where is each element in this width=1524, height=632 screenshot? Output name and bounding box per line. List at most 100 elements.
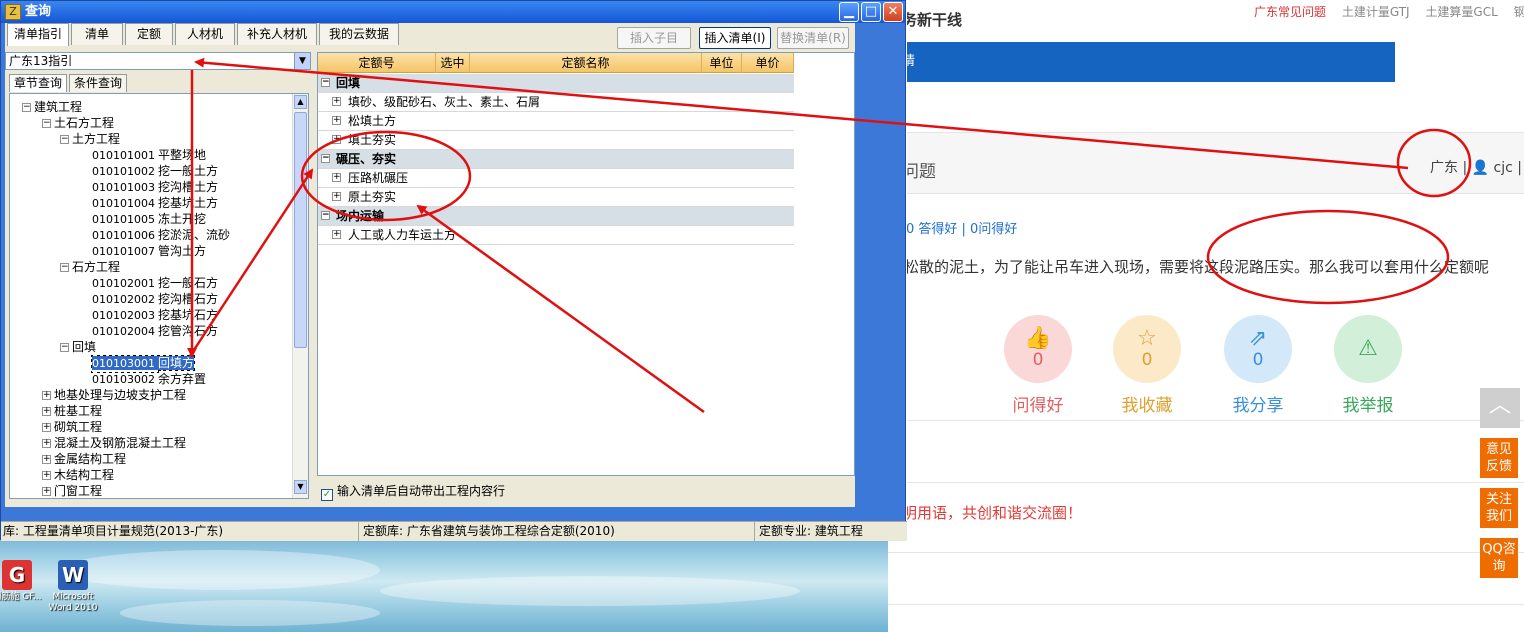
grid-row[interactable]: + 人工或人力车运土方: [318, 226, 794, 245]
dialog-titlebar[interactable]: 查询: [1, 1, 905, 23]
share-button[interactable]: ⇗ 0 我分享: [1224, 315, 1292, 416]
collapse-icon[interactable]: −: [42, 119, 51, 128]
tree-node-foundation[interactable]: 地基处理与边坡支护工程: [54, 387, 186, 403]
grid-group-row[interactable]: − 碾压、夯实: [318, 150, 794, 169]
scroll-thumb[interactable]: [294, 112, 307, 348]
tab-supplement-materials[interactable]: 补充人材机: [237, 23, 317, 45]
tree-node-metal[interactable]: 金属结构工程: [54, 451, 126, 467]
tree-item[interactable]: 010102001 挖一般石方: [92, 275, 218, 292]
expand-icon[interactable]: +: [332, 173, 341, 182]
tab-list[interactable]: 清单: [71, 23, 123, 45]
feedback-tab[interactable]: 意见反馈: [1480, 438, 1518, 478]
tree-node-wood[interactable]: 木结构工程: [54, 467, 114, 483]
tree-item[interactable]: 010101005 冻土开挖: [92, 211, 206, 228]
tab-cloud-data[interactable]: 我的云数据: [319, 23, 399, 45]
desktop-icon-word[interactable]: W Microsoft Word 2010: [42, 560, 104, 614]
tree-item[interactable]: 010101004 挖基坑土方: [92, 195, 218, 212]
grid-row[interactable]: + 原土夯实: [318, 188, 794, 207]
tree-node-masonry[interactable]: 砌筑工程: [54, 419, 102, 435]
link-gtj[interactable]: 土建计量GTJ: [1342, 5, 1410, 19]
auto-content-checkbox[interactable]: ✓ 输入清单后自动带出工程内容行: [321, 483, 505, 501]
collapse-icon[interactable]: −: [22, 103, 31, 112]
link-gcl[interactable]: 土建算量GCL: [1425, 5, 1497, 19]
ask-good-button[interactable]: 👍 0 问得好: [1004, 315, 1072, 416]
tab-materials[interactable]: 人材机: [175, 23, 235, 45]
tree-scrollbar[interactable]: ▲ ▼: [292, 94, 308, 498]
guide-library-select[interactable]: 广东13指引 ▼: [5, 52, 311, 70]
checkmark-icon[interactable]: ✓: [321, 489, 333, 501]
expand-icon[interactable]: +: [332, 97, 341, 106]
qq-consult-tab[interactable]: QQ咨询: [1480, 538, 1518, 578]
tree-node-soil[interactable]: 土方工程: [72, 131, 120, 147]
collapse-icon[interactable]: −: [60, 343, 69, 352]
tab-condition-query[interactable]: 条件查询: [69, 74, 127, 92]
collapse-icon[interactable]: −: [321, 154, 330, 163]
scroll-up-icon[interactable]: ▲: [294, 95, 307, 109]
collapse-icon[interactable]: −: [321, 211, 330, 220]
insert-list-button[interactable]: 插入清单(I): [699, 27, 771, 49]
expand-icon[interactable]: +: [42, 391, 51, 400]
tree-item[interactable]: 010101003 挖沟槽土方: [92, 179, 218, 196]
expand-icon[interactable]: +: [332, 116, 341, 125]
tree-node-building[interactable]: 建筑工程: [34, 99, 82, 115]
link-steel[interactable]: 钢: [1514, 5, 1524, 19]
tab-list-guide[interactable]: 清单指引: [7, 23, 69, 46]
collapse-icon[interactable]: −: [60, 135, 69, 144]
back-to-top-button[interactable]: ︿: [1480, 388, 1520, 428]
tree-item[interactable]: 010101001 平整场地: [92, 147, 206, 164]
grid-row[interactable]: + 填砂、级配砂石、灰土、素土、石屑: [318, 93, 794, 112]
link-guangdong-faq[interactable]: 广东常见问题: [1254, 5, 1326, 19]
tree-node-pile[interactable]: 桩基工程: [54, 403, 102, 419]
tree-node-earthwork[interactable]: 土石方工程: [54, 115, 114, 131]
expand-icon[interactable]: +: [42, 423, 51, 432]
expand-icon[interactable]: +: [42, 487, 51, 496]
tree-node-doors[interactable]: 门窗工程: [54, 483, 102, 498]
close-button[interactable]: ✕: [883, 2, 903, 22]
maximize-button[interactable]: □: [861, 2, 881, 22]
expand-icon[interactable]: +: [42, 455, 51, 464]
col-price[interactable]: 单价: [742, 53, 794, 73]
expand-icon[interactable]: +: [332, 230, 341, 239]
tab-chapter-query[interactable]: 章节查询: [9, 74, 67, 92]
expand-icon[interactable]: +: [332, 135, 341, 144]
tree-item[interactable]: 010101007 管沟土方: [92, 243, 206, 260]
scroll-down-icon[interactable]: ▼: [294, 480, 307, 494]
grid-row[interactable]: + 松填土方: [318, 112, 794, 131]
tree-node-backfill[interactable]: 回填: [72, 339, 96, 355]
tree-item-selected[interactable]: 010103001 回填方: [90, 355, 196, 372]
col-selected[interactable]: 选中: [436, 53, 470, 73]
col-quota-no[interactable]: 定额号: [318, 53, 436, 73]
follow-us-tab[interactable]: 关注我们: [1480, 488, 1518, 528]
minimize-button[interactable]: ▁: [839, 2, 859, 22]
tree-item[interactable]: 010101002 挖一般土方: [92, 163, 218, 180]
site-logo-text[interactable]: 务新干线: [902, 9, 962, 30]
expand-icon[interactable]: +: [42, 471, 51, 480]
collapse-icon[interactable]: −: [60, 263, 69, 272]
grid-group-row[interactable]: − 回填: [318, 74, 794, 93]
favorite-button[interactable]: ☆ 0 我收藏: [1113, 315, 1181, 416]
tree-item[interactable]: 010102004 挖管沟石方: [92, 323, 218, 340]
expand-icon[interactable]: +: [332, 192, 341, 201]
grid-row[interactable]: + 填土夯实: [318, 131, 794, 150]
tab-quota[interactable]: 定额: [125, 23, 173, 45]
tree-item[interactable]: 010101006 挖淤泥、流砂: [92, 227, 230, 244]
grid-row[interactable]: + 压路机碾压: [318, 169, 794, 188]
expand-icon[interactable]: +: [42, 407, 51, 416]
replace-list-button[interactable]: 替换清单(R): [777, 27, 849, 49]
tree-node-stone[interactable]: 石方工程: [72, 259, 120, 275]
tree-item[interactable]: 010102002 挖沟槽石方: [92, 291, 218, 308]
question-meta[interactable]: 广东 | 👤 cjc | 2: [1430, 157, 1524, 177]
grid-group-row[interactable]: − 场内运输: [318, 207, 794, 226]
report-button[interactable]: ⚠ 我举报: [1334, 315, 1402, 416]
tree-node-concrete[interactable]: 混凝土及钢筋混凝土工程: [54, 435, 186, 451]
chevron-down-icon[interactable]: ▼: [294, 53, 310, 69]
insert-child-button[interactable]: 插入子目: [617, 27, 691, 49]
col-quota-name[interactable]: 定额名称: [470, 53, 702, 73]
desktop-icon-gf[interactable]: G 钢筋施 GF...: [0, 560, 48, 603]
expand-icon[interactable]: +: [42, 439, 51, 448]
tree-item[interactable]: 010103002 余方弃置: [92, 371, 206, 388]
collapse-icon[interactable]: −: [321, 78, 330, 87]
blue-nav-bar[interactable]: 请: [888, 42, 1395, 82]
tree-item[interactable]: 010102003 挖基坑石方: [92, 307, 218, 324]
col-unit[interactable]: 单位: [702, 53, 742, 73]
